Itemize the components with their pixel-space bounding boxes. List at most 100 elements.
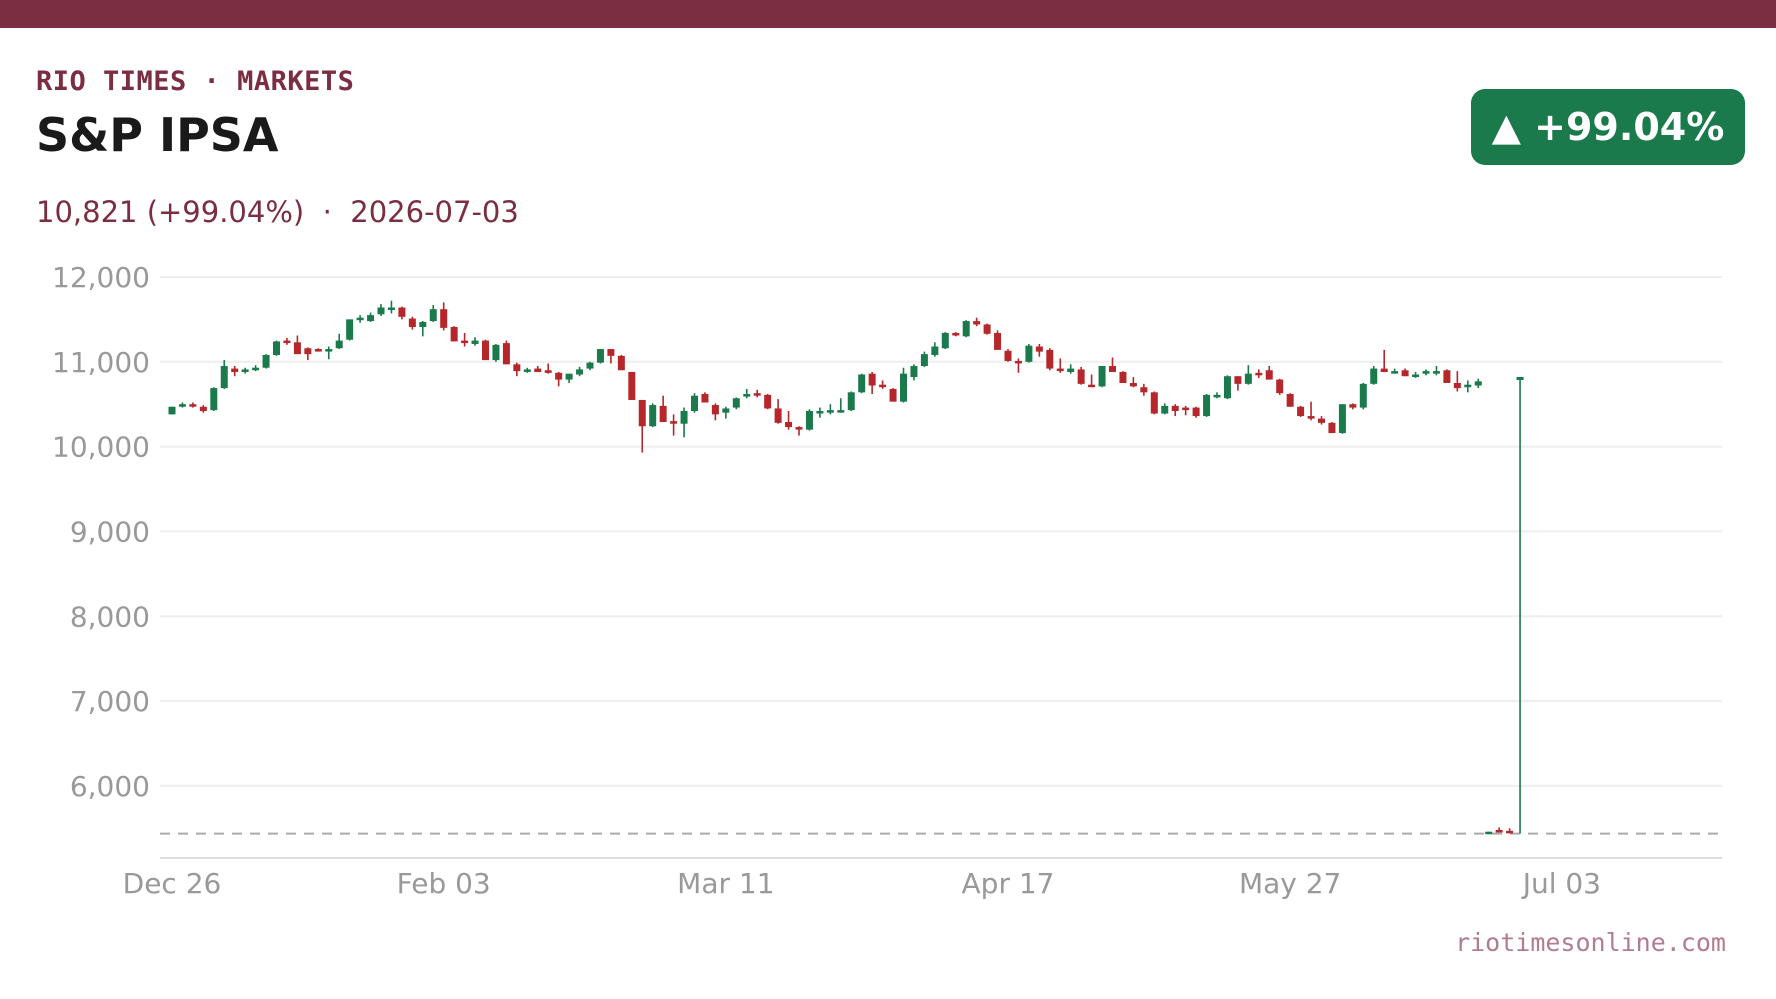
- candle-body: [1453, 382, 1461, 389]
- candle-body: [617, 355, 625, 371]
- x-tick-label: Mar 11: [677, 867, 774, 900]
- candle-body: [1025, 345, 1033, 362]
- candle-body: [941, 332, 949, 349]
- y-tick-label: 7,000: [70, 685, 150, 718]
- candle-body: [565, 373, 573, 380]
- candle-body: [1182, 407, 1190, 411]
- candle-body: [701, 394, 709, 403]
- candle-body: [429, 309, 437, 322]
- candle-body: [638, 399, 646, 427]
- candle-body: [910, 366, 918, 378]
- candle-body: [1286, 394, 1294, 407]
- candle-body: [262, 355, 270, 368]
- candle-body: [555, 372, 563, 380]
- x-tick-label: May 27: [1239, 867, 1341, 900]
- candle-body: [1328, 422, 1336, 434]
- candle-body: [440, 309, 448, 328]
- candle-body: [879, 384, 887, 388]
- candle-body: [544, 370, 552, 373]
- candle-body: [920, 354, 928, 367]
- candle-body: [220, 366, 228, 389]
- candlestick-chart: 6,000 7,000 8,000 9,000 10,000 11,000 12,000 De…: [52, 261, 1722, 900]
- candle-body: [743, 394, 751, 397]
- candle-body: [1464, 384, 1472, 388]
- candle-body: [492, 344, 500, 361]
- candle-body: [1265, 370, 1273, 380]
- candle-body: [1140, 387, 1148, 393]
- candle-body: [1161, 405, 1169, 414]
- candle-body: [711, 405, 719, 415]
- y-tick-label: 10,000: [52, 431, 150, 464]
- candle-body: [1338, 404, 1346, 434]
- candle-body: [722, 408, 730, 413]
- x-tick-label: Dec 26: [123, 867, 222, 900]
- candle-body: [367, 315, 375, 322]
- candle-body: [628, 371, 636, 400]
- candle-body: [1203, 394, 1211, 417]
- y-tick-label: 11,000: [52, 346, 150, 379]
- candle-body: [576, 369, 584, 375]
- candle-body: [659, 405, 667, 423]
- candle-body: [1192, 407, 1200, 417]
- candle-body: [1412, 374, 1420, 378]
- candle-body: [283, 340, 291, 344]
- candle-body: [1223, 376, 1231, 399]
- candle-body: [805, 410, 813, 430]
- source-label: riotimesonline.com: [1455, 928, 1726, 957]
- candle-body: [1255, 372, 1263, 376]
- candle-body: [1485, 831, 1493, 835]
- candle-body: [523, 369, 531, 372]
- candle-body: [1370, 368, 1378, 384]
- candle-body: [785, 422, 793, 428]
- candle-body: [168, 406, 176, 415]
- candle-body: [471, 340, 479, 344]
- candle-body: [252, 367, 260, 371]
- candle-body: [1349, 404, 1357, 408]
- candle-body: [1359, 383, 1367, 408]
- candle-body: [356, 317, 364, 321]
- candle-body: [502, 343, 510, 365]
- candle-body: [973, 321, 981, 325]
- candle-body: [847, 392, 855, 411]
- candle-body: [1077, 369, 1085, 384]
- candle-body: [231, 368, 239, 372]
- candle-body: [889, 388, 897, 402]
- candle-body: [952, 332, 960, 336]
- candle-body: [1067, 368, 1075, 372]
- candle-body: [753, 393, 761, 396]
- candle-body: [513, 364, 521, 372]
- candle-body: [649, 405, 657, 427]
- candle-body: [1307, 416, 1315, 419]
- candle-body: [1150, 392, 1158, 414]
- candle-body: [1056, 368, 1064, 372]
- x-tick-label: Feb 03: [397, 867, 491, 900]
- candle-body: [1004, 350, 1012, 361]
- candle-body: [408, 318, 416, 328]
- candle-body: [858, 374, 866, 393]
- candle-body: [377, 307, 385, 315]
- candle-body: [1098, 366, 1106, 387]
- candle-body: [1035, 346, 1043, 352]
- candle-body: [1516, 376, 1524, 380]
- candle-body: [983, 324, 991, 334]
- candle-body: [596, 349, 604, 363]
- candle-body: [931, 346, 939, 356]
- candle-body: [210, 388, 218, 411]
- candle-body: [273, 341, 280, 356]
- candle-body: [1380, 368, 1388, 372]
- candle-body: [837, 410, 845, 413]
- candle-body: [764, 394, 772, 409]
- candle-body: [868, 373, 876, 386]
- candle-body: [1014, 360, 1022, 364]
- candle-body: [680, 410, 688, 424]
- candle-body: [1119, 371, 1127, 383]
- candle-body: [900, 373, 907, 402]
- candle-body: [816, 410, 824, 414]
- candle-body: [994, 332, 1002, 350]
- candle-body: [304, 348, 312, 355]
- candle-body: [1276, 379, 1284, 394]
- candle-body: [607, 349, 615, 356]
- candle-body: [450, 327, 458, 342]
- candle-body: [670, 421, 678, 424]
- candle-body: [241, 369, 249, 372]
